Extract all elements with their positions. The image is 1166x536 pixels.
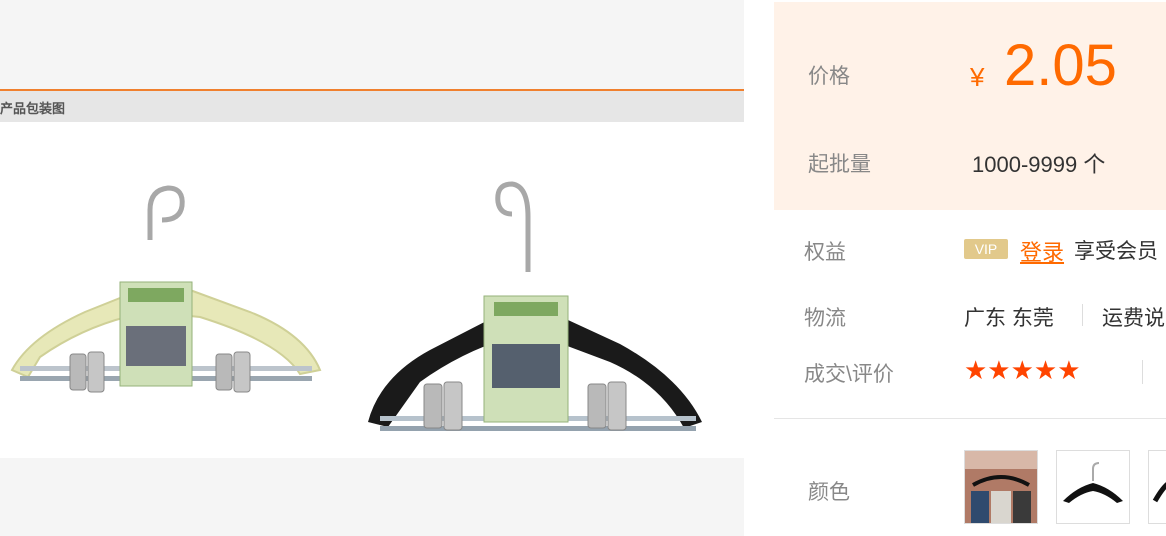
black-hanger-illustration: [368, 181, 702, 431]
moq-label: 起批量: [808, 153, 871, 176]
moq-value: 1000-9999 个: [972, 152, 1106, 177]
color-swatch-3[interactable]: [1148, 450, 1166, 524]
cream-hanger-illustration: [10, 185, 322, 393]
deal-review-label: 成交\评价: [804, 363, 894, 386]
separator: [1142, 360, 1143, 384]
section-divider: [774, 418, 1166, 419]
rights-label: 权益: [804, 241, 846, 264]
freight-info-link[interactable]: 运费说: [1102, 302, 1165, 332]
product-package-image: [0, 122, 744, 458]
offer-info-panel: 价格 ¥ 2.05 起批量 1000-9999 个 权益 VIP 登录 享受会员…: [774, 0, 1166, 536]
color-label: 颜色: [808, 481, 850, 504]
currency-symbol: ¥: [970, 62, 985, 92]
color-swatch-1[interactable]: [964, 450, 1038, 524]
separator: [1082, 304, 1083, 326]
image-caption: 产品包装图: [0, 101, 66, 116]
shipping-location: 广东 东莞: [964, 307, 1054, 330]
product-description-panel: 产品包装图: [0, 0, 744, 536]
login-link[interactable]: 登录: [1020, 235, 1064, 267]
image-caption-band: 产品包装图: [0, 91, 744, 122]
price-value: 2.05: [1004, 33, 1117, 98]
rating-stars: ★★★★★: [964, 355, 1081, 385]
price-label: 价格: [808, 65, 850, 88]
color-swatch-2[interactable]: [1056, 450, 1130, 524]
price-box: 价格 ¥ 2.05 起批量 1000-9999 个: [774, 2, 1166, 210]
member-benefit-text: 享受会员: [1074, 240, 1158, 263]
vip-badge: VIP: [964, 239, 1008, 259]
logistics-label: 物流: [804, 307, 846, 330]
